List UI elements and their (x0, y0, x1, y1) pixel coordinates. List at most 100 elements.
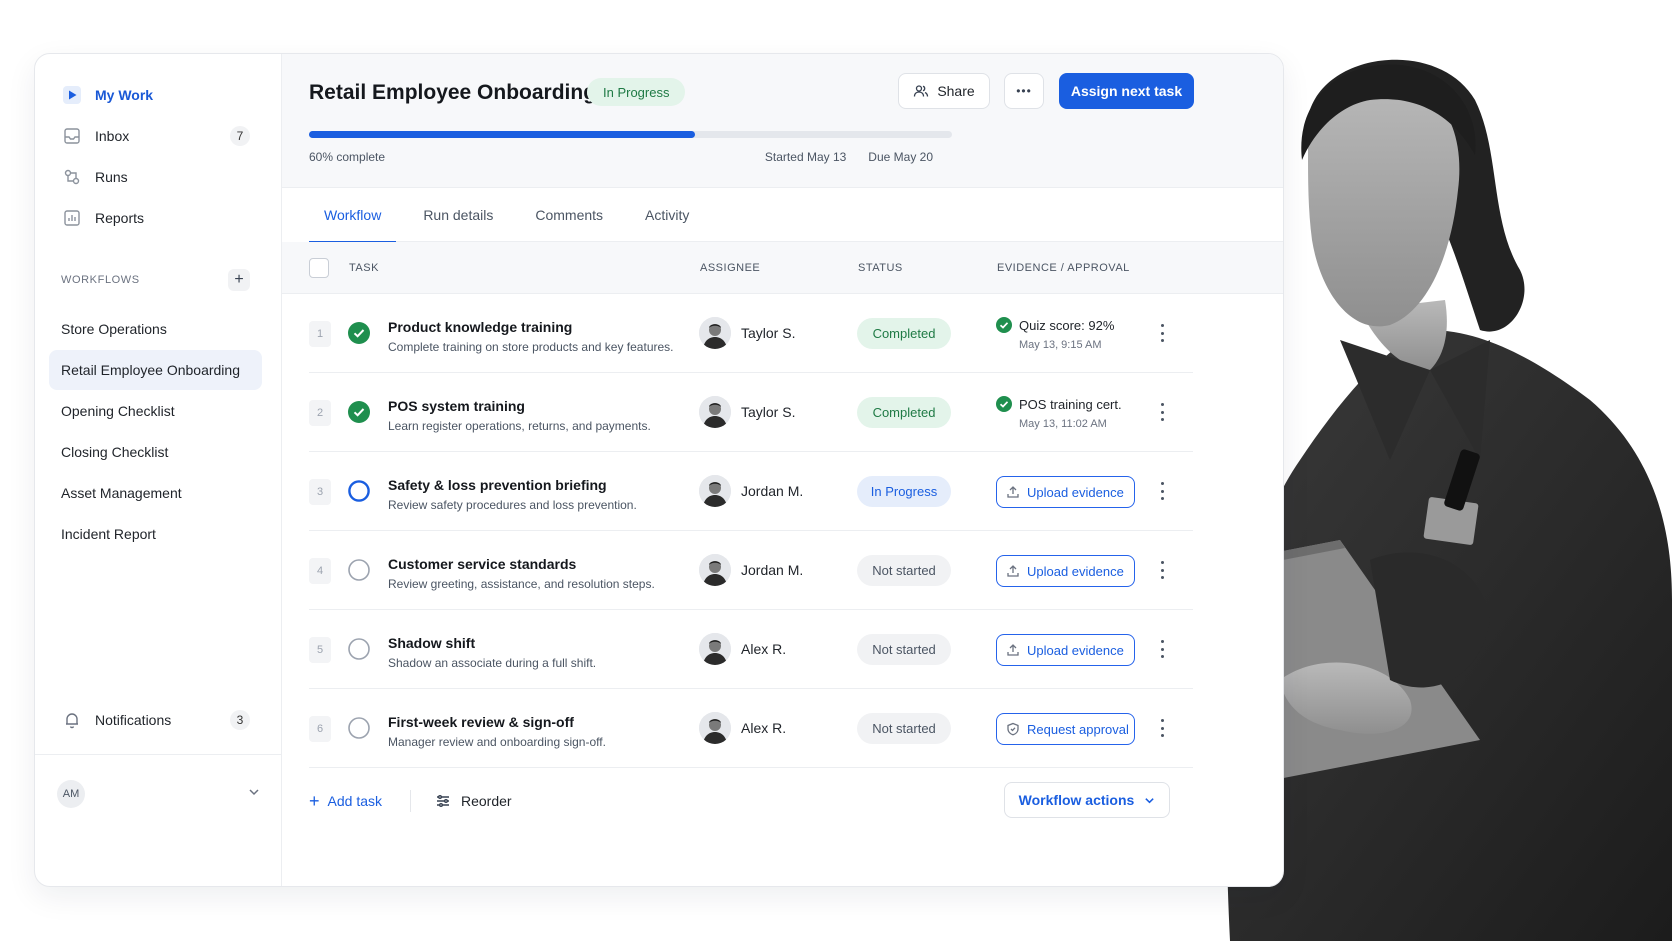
table-row[interactable]: 2 POS system training Learn register ope… (309, 373, 1193, 452)
check-circle-icon[interactable] (348, 322, 370, 344)
reorder-label: Reorder (461, 793, 512, 809)
sidebar-divider (35, 754, 281, 755)
row-menu-icon[interactable] (1157, 717, 1167, 739)
task-description: Review greeting, assistance, and resolut… (388, 577, 655, 591)
select-all-checkbox[interactable] (309, 258, 329, 278)
tab-activity[interactable]: Activity (630, 188, 704, 242)
nav-item-runs[interactable]: Runs (57, 156, 260, 197)
check-circle-icon (996, 396, 1012, 412)
reorder-button[interactable]: Reorder (435, 793, 512, 809)
row-menu-icon[interactable] (1157, 638, 1167, 660)
upload-icon (1006, 485, 1020, 499)
row-menu-icon[interactable] (1157, 559, 1167, 581)
avatar (699, 712, 731, 744)
workflow-item-active[interactable]: Retail Employee Onboarding (49, 350, 262, 390)
task-name[interactable]: POS system training (388, 398, 525, 414)
nav-item-my-work[interactable]: My Work (57, 74, 260, 115)
avatar (699, 554, 731, 586)
status-circle-icon[interactable] (348, 559, 370, 581)
row-menu-icon[interactable] (1157, 480, 1167, 502)
add-task-label: Add task (327, 793, 382, 809)
workflows-section-header: WORKFLOWS + (61, 269, 250, 291)
task-name[interactable]: Safety & loss prevention briefing (388, 477, 607, 493)
tab-workflow[interactable]: Workflow (309, 188, 397, 243)
status-circle-icon[interactable] (348, 717, 370, 739)
inbox-icon (61, 125, 83, 147)
notifications-label: Notifications (95, 712, 172, 728)
notifications-item[interactable]: Notifications 3 (57, 705, 260, 735)
plus-icon: + (309, 791, 320, 811)
assignee-name: Alex R. (741, 720, 787, 736)
task-name[interactable]: Customer service standards (388, 556, 576, 572)
chevron-down-icon (248, 785, 260, 803)
chevron-down-icon (1144, 795, 1155, 806)
run-header: Retail Employee Onboarding In Progress S… (282, 54, 1283, 188)
tab-run-details[interactable]: Run details (408, 188, 508, 242)
table-row[interactable]: 3 Safety & loss prevention briefing Revi… (309, 452, 1193, 531)
more-icon: ••• (1016, 84, 1032, 98)
upload-icon (1006, 564, 1020, 578)
upload-evidence-button[interactable]: Upload evidence (996, 634, 1135, 666)
status-badge: Not started (857, 555, 951, 586)
row-menu-icon[interactable] (1157, 322, 1167, 344)
evidence-title: POS training cert. (1019, 397, 1122, 412)
workflow-item[interactable]: Opening Checklist (49, 391, 262, 431)
share-button[interactable]: Share (898, 73, 990, 109)
assign-next-task-button[interactable]: Assign next task (1059, 73, 1194, 109)
table-header: TASK ASSIGNEE STATUS EVIDENCE / APPROVAL (282, 242, 1283, 294)
check-circle-icon[interactable] (348, 401, 370, 423)
workflow-item[interactable]: Store Operations (49, 309, 262, 349)
workflow-actions-dropdown[interactable]: Workflow actions (1004, 782, 1170, 818)
progress-bar (309, 131, 952, 138)
task-name[interactable]: Shadow shift (388, 635, 475, 651)
workflow-list: Store Operations Retail Employee Onboard… (49, 309, 262, 555)
nav-item-inbox[interactable]: Inbox 7 (57, 115, 260, 156)
workflow-item[interactable]: Incident Report (49, 514, 262, 554)
avatar (699, 396, 731, 428)
divider (410, 790, 411, 812)
row-menu-icon[interactable] (1157, 401, 1167, 423)
task-name[interactable]: First-week review & sign-off (388, 714, 574, 730)
assignee-name: Taylor S. (741, 404, 796, 420)
status-badge: In Progress (857, 476, 951, 507)
progress-text: 60% complete (309, 150, 386, 164)
table-row[interactable]: 5 Shadow shift Shadow an associate durin… (309, 610, 1193, 689)
evidence-timestamp: May 13, 9:15 AM (1019, 339, 1102, 351)
action-label: Upload evidence (1027, 642, 1124, 658)
table-row[interactable]: 6 First-week review & sign-off Manager r… (309, 689, 1193, 768)
upload-evidence-button[interactable]: Upload evidence (996, 476, 1135, 508)
avatar (699, 317, 731, 349)
status-circle-icon[interactable] (348, 638, 370, 660)
upload-evidence-button[interactable]: Upload evidence (996, 555, 1135, 587)
task-description: Complete training on store products and … (388, 340, 674, 354)
page-title: Retail Employee Onboarding (309, 81, 597, 104)
upload-icon (1006, 643, 1020, 657)
workflow-item[interactable]: Closing Checklist (49, 432, 262, 472)
table-row[interactable]: 1 Product knowledge training Complete tr… (309, 294, 1193, 373)
status-badge: Completed (857, 318, 951, 349)
run-dates: Started May 13 Due May 20 (765, 150, 933, 164)
table-row[interactable]: 4 Customer service standards Review gree… (309, 531, 1193, 610)
action-label: Request approval (1027, 721, 1129, 737)
reports-icon (61, 207, 83, 229)
task-name[interactable]: Product knowledge training (388, 319, 572, 335)
workflow-actions-label: Workflow actions (1018, 792, 1135, 808)
column-header-evidence: EVIDENCE / APPROVAL (997, 262, 1130, 274)
sidebar-nav: My Work Inbox 7 Runs Reports (57, 74, 260, 238)
status-badge: Completed (857, 397, 951, 428)
shield-icon (1006, 722, 1020, 736)
nav-item-reports[interactable]: Reports (57, 197, 260, 238)
workflow-item[interactable]: Asset Management (49, 473, 262, 513)
user-menu[interactable]: AM (57, 779, 260, 809)
check-circle-icon (996, 317, 1012, 333)
tab-comments[interactable]: Comments (520, 188, 618, 242)
tab-bar: Workflow Run details Comments Activity (309, 188, 1283, 243)
status-circle-icon[interactable] (348, 480, 370, 502)
add-task-button[interactable]: + Add task (309, 792, 382, 810)
evidence-title: Quiz score: 92% (1019, 318, 1115, 333)
request-approval-button[interactable]: Request approval (996, 713, 1135, 745)
task-table: 1 Product knowledge training Complete tr… (309, 294, 1193, 768)
add-workflow-button[interactable]: + (228, 269, 250, 291)
user-avatar: AM (57, 780, 85, 808)
more-options-button[interactable]: ••• (1004, 73, 1044, 109)
